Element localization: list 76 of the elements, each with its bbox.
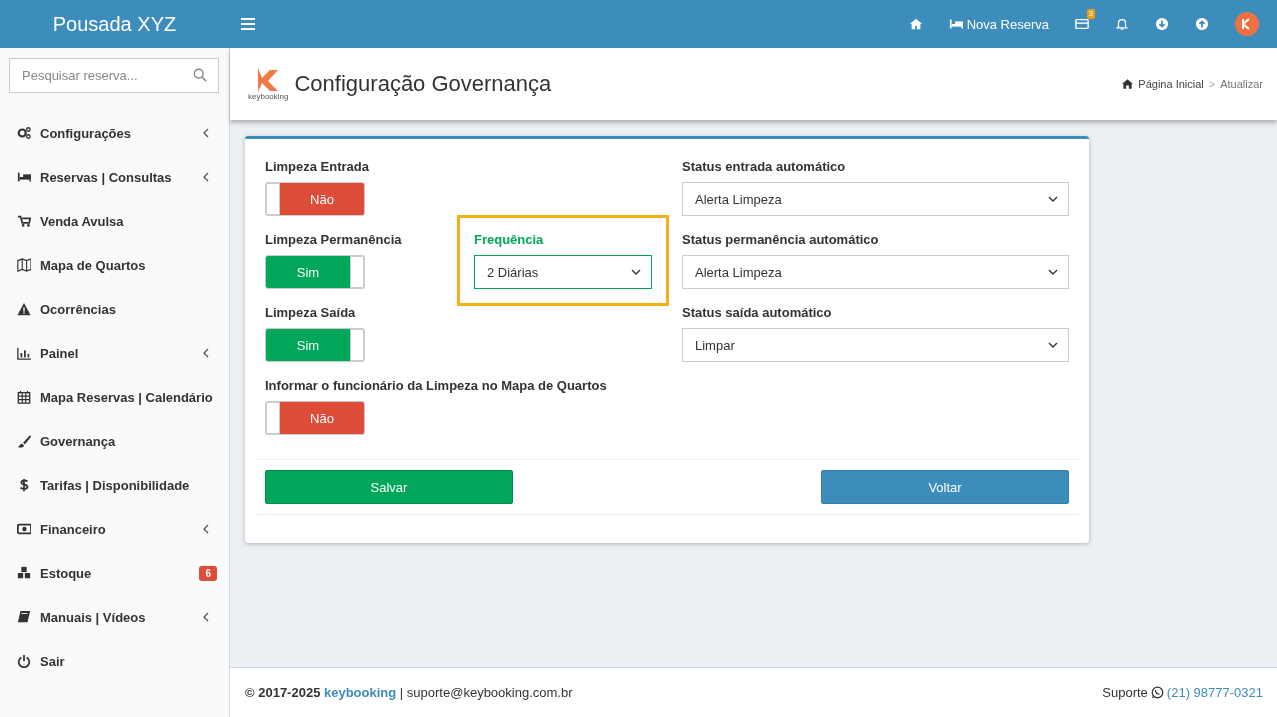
credit-card-icon[interactable] — [1075, 17, 1089, 31]
home-icon[interactable] — [908, 17, 923, 31]
chevron-icon — [203, 172, 209, 182]
sidebar-item[interactable]: Painel — [0, 331, 229, 375]
dollar-icon — [17, 478, 31, 492]
download-icon[interactable] — [1155, 17, 1169, 31]
whatsapp-icon — [1150, 686, 1164, 699]
bed-icon — [948, 17, 963, 31]
copyright-text: © 2017-2025 — [245, 685, 321, 700]
upload-icon[interactable] — [1195, 17, 1209, 31]
toggle-switch[interactable]: Não — [265, 182, 365, 216]
breadcrumb-separator: > — [1208, 78, 1216, 90]
brand-link[interactable]: keybooking — [324, 685, 397, 700]
sidebar-item[interactable]: Governança — [0, 419, 229, 463]
chevron-icon — [203, 128, 209, 138]
caret-icon — [631, 269, 641, 275]
bell-icon[interactable] — [1115, 17, 1129, 31]
logo-text: keybooking — [248, 91, 289, 101]
support-label: Suporte — [1102, 685, 1148, 700]
caret-icon — [1048, 342, 1058, 348]
search-field[interactable]: Pesquisar reserva... — [9, 58, 219, 93]
status-select[interactable]: Alerta Limpeza — [682, 182, 1069, 216]
field-label: Limpeza Saída — [265, 305, 357, 320]
sidebar-item[interactable]: Mapa Reservas | Calendário — [0, 375, 229, 419]
field-label: Limpeza Entrada — [265, 159, 371, 174]
brush-icon — [17, 434, 31, 448]
page-title: Configuração Governança — [294, 71, 552, 97]
sidebar-item[interactable]: Mapa de Quartos — [0, 243, 229, 287]
gears-icon — [17, 126, 31, 140]
caret-icon — [1048, 196, 1058, 202]
sidebar-item[interactable]: Financeiro — [0, 507, 229, 551]
sidebar-item[interactable]: Sair — [0, 639, 229, 683]
calendar-icon — [17, 390, 31, 404]
field-label: Frequência — [474, 232, 545, 247]
status-select[interactable]: Limpar — [682, 328, 1069, 362]
power-icon — [17, 654, 31, 668]
search-icon[interactable] — [193, 68, 207, 82]
toggle-switch[interactable]: Não — [265, 401, 365, 435]
breadcrumb-link[interactable]: Página Inicial — [1138, 78, 1204, 90]
menu-icon[interactable] — [241, 18, 255, 30]
status-select[interactable]: Alerta Limpeza — [682, 255, 1069, 289]
bed-icon — [17, 170, 31, 184]
sidebar-item[interactable]: Configurações — [0, 111, 229, 155]
new-booking-link[interactable]: Nova Reserva — [948, 16, 1049, 32]
notification-badge: 3 — [1086, 9, 1095, 19]
sidebar-item[interactable]: Ocorrências — [0, 287, 229, 331]
frequency-select[interactable]: 2 Diárias — [474, 255, 652, 289]
cubes-icon — [17, 566, 31, 580]
user-avatar[interactable] — [1235, 12, 1259, 36]
sidebar-item[interactable]: Manuais | Vídeos — [0, 595, 229, 639]
field-label: Status entrada automático — [682, 159, 847, 174]
sidebar-item[interactable]: Reservas | Consultas — [0, 155, 229, 199]
book-icon — [17, 610, 31, 624]
breadcrumb-current: Atualizar — [1220, 78, 1263, 90]
field-label: Informar o funcionário da Limpeza no Mapa de Quartos — [265, 378, 608, 393]
home-icon — [1122, 79, 1134, 89]
caret-icon — [1048, 269, 1058, 275]
map-icon — [17, 258, 31, 272]
phone-link[interactable]: (21) 98777-0321 — [1166, 685, 1263, 700]
sidebar-item[interactable]: Estoque 6 — [0, 551, 229, 595]
chevron-icon — [203, 348, 209, 358]
warning-icon — [17, 302, 31, 316]
field-label: Status permanência automático — [682, 232, 880, 247]
cart-icon — [17, 214, 31, 228]
count-badge: 6 — [199, 565, 217, 581]
chevron-icon — [203, 612, 209, 622]
brand-title[interactable]: Pousada XYZ — [0, 12, 229, 36]
field-label: Status saída automático — [682, 305, 833, 320]
email-text: | suporte@keybooking.com.br — [399, 685, 573, 700]
field-label: Limpeza Permanência — [265, 232, 403, 247]
bar-chart-icon — [17, 346, 31, 360]
chevron-icon — [203, 524, 209, 534]
back-button[interactable]: Voltar — [821, 470, 1069, 504]
sidebar-item[interactable]: Tarifas | Disponibilidade — [0, 463, 229, 507]
sidebar-item[interactable]: Venda Avulsa — [0, 199, 229, 243]
banknote-icon — [17, 522, 31, 536]
